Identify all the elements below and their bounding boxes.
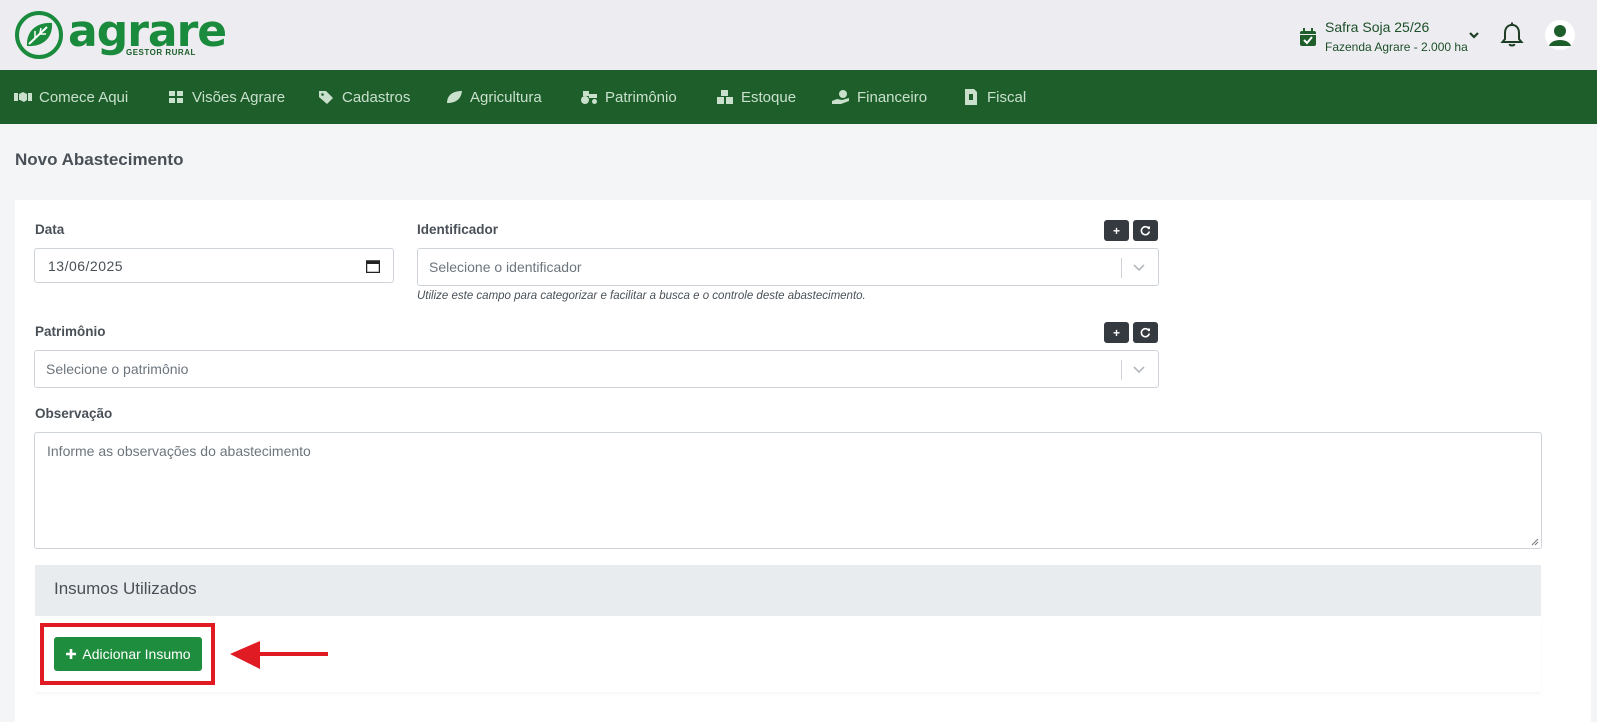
annotation-highlight-box	[40, 623, 215, 685]
insumos-title: Insumos Utilizados	[54, 579, 197, 598]
date-field[interactable]: 13/06/2025	[34, 248, 394, 283]
identificador-label: Identificador	[417, 222, 499, 237]
invoice-icon	[965, 89, 977, 105]
refresh-identificador-button[interactable]	[1133, 220, 1158, 241]
plus-icon: +	[1112, 223, 1120, 238]
patrimonio-select[interactable]: Selecione o patrimônio	[34, 350, 1159, 388]
nav-fiscal[interactable]: Fiscal	[962, 87, 1026, 107]
brand-subtitle: GESTOR RURAL	[126, 48, 196, 57]
observacao-textarea[interactable]: Informe as observações do abastecimento	[34, 432, 1542, 549]
boxes-icon	[717, 90, 733, 104]
date-value: 13/06/2025	[48, 258, 124, 274]
date-label: Data	[35, 222, 65, 237]
resize-grip-icon[interactable]	[1530, 537, 1539, 546]
top-header: agrare GESTOR RURAL Safra Soja 25/26 Faz…	[0, 0, 1597, 70]
refresh-icon	[1140, 327, 1151, 338]
nav-label: Cadastros	[342, 88, 411, 106]
patrimonio-placeholder: Selecione o patrimônio	[46, 361, 189, 377]
insumos-section-header: Insumos Utilizados	[35, 565, 1541, 616]
annotation-arrow-icon	[230, 641, 328, 669]
refresh-patrimonio-button[interactable]	[1133, 322, 1158, 343]
select-separator	[1121, 258, 1122, 278]
patrimonio-label: Patrimônio	[35, 324, 106, 339]
leaf-icon	[447, 91, 462, 103]
nav-label: Financeiro	[857, 88, 928, 106]
chevron-down-icon	[1133, 366, 1145, 374]
plus-icon: +	[1112, 325, 1120, 340]
refresh-icon	[1140, 225, 1151, 236]
hand-dollar-icon	[832, 90, 849, 104]
identificador-placeholder: Selecione o identificador	[429, 259, 582, 275]
handshake-icon	[14, 92, 32, 102]
nav-cadastros[interactable]: Cadastros	[317, 87, 410, 107]
agrare-logo[interactable]: agrare GESTOR RURAL	[14, 6, 227, 62]
user-avatar-icon[interactable]	[1545, 20, 1575, 50]
calendar-icon[interactable]	[366, 259, 380, 273]
tags-icon	[319, 91, 333, 104]
add-identificador-button[interactable]: +	[1104, 220, 1129, 241]
safra-selector[interactable]: Safra Soja 25/26 Fazenda Agrare - 2.000 …	[1300, 18, 1479, 58]
page-title: Novo Abastecimento	[15, 150, 184, 169]
nav-patrimonio[interactable]: Patrimônio	[580, 87, 677, 107]
identificador-hint: Utilize este campo para categorizar e fa…	[417, 290, 866, 302]
farm-subtitle: Fazenda Agrare - 2.000 ha	[1325, 40, 1468, 54]
nav-label: Estoque	[741, 88, 797, 106]
dashboard-icon	[169, 91, 183, 103]
select-separator	[1121, 360, 1122, 380]
safra-title: Safra Soja 25/26	[1325, 19, 1430, 35]
add-patrimonio-button[interactable]: +	[1104, 322, 1129, 343]
main-navigation: Comece Aqui Visões Agrare Cadastros Agri…	[0, 70, 1597, 124]
nav-label: Agricultura	[470, 88, 542, 106]
chevron-down-icon	[1133, 264, 1145, 272]
identificador-select[interactable]: Selecione o identificador	[417, 248, 1159, 286]
calendar-check-icon	[1300, 28, 1316, 46]
nav-agricultura[interactable]: Agricultura	[445, 87, 542, 107]
tractor-icon	[581, 91, 597, 104]
nav-visoes-agrare[interactable]: Visões Agrare	[167, 87, 285, 107]
nav-financeiro[interactable]: Financeiro	[832, 87, 927, 107]
bell-icon[interactable]	[1500, 22, 1524, 48]
chevron-down-icon	[1469, 32, 1479, 39]
nav-label: Patrimônio	[605, 88, 677, 106]
leaf-logo-icon	[15, 11, 63, 59]
nav-estoque[interactable]: Estoque	[716, 87, 796, 107]
observacao-label: Observação	[35, 406, 113, 421]
nav-comece-aqui[interactable]: Comece Aqui	[14, 87, 128, 107]
nav-label: Comece Aqui	[39, 88, 129, 106]
observacao-placeholder: Informe as observações do abastecimento	[47, 443, 311, 459]
nav-label: Fiscal	[987, 88, 1027, 106]
nav-label: Visões Agrare	[192, 88, 286, 106]
